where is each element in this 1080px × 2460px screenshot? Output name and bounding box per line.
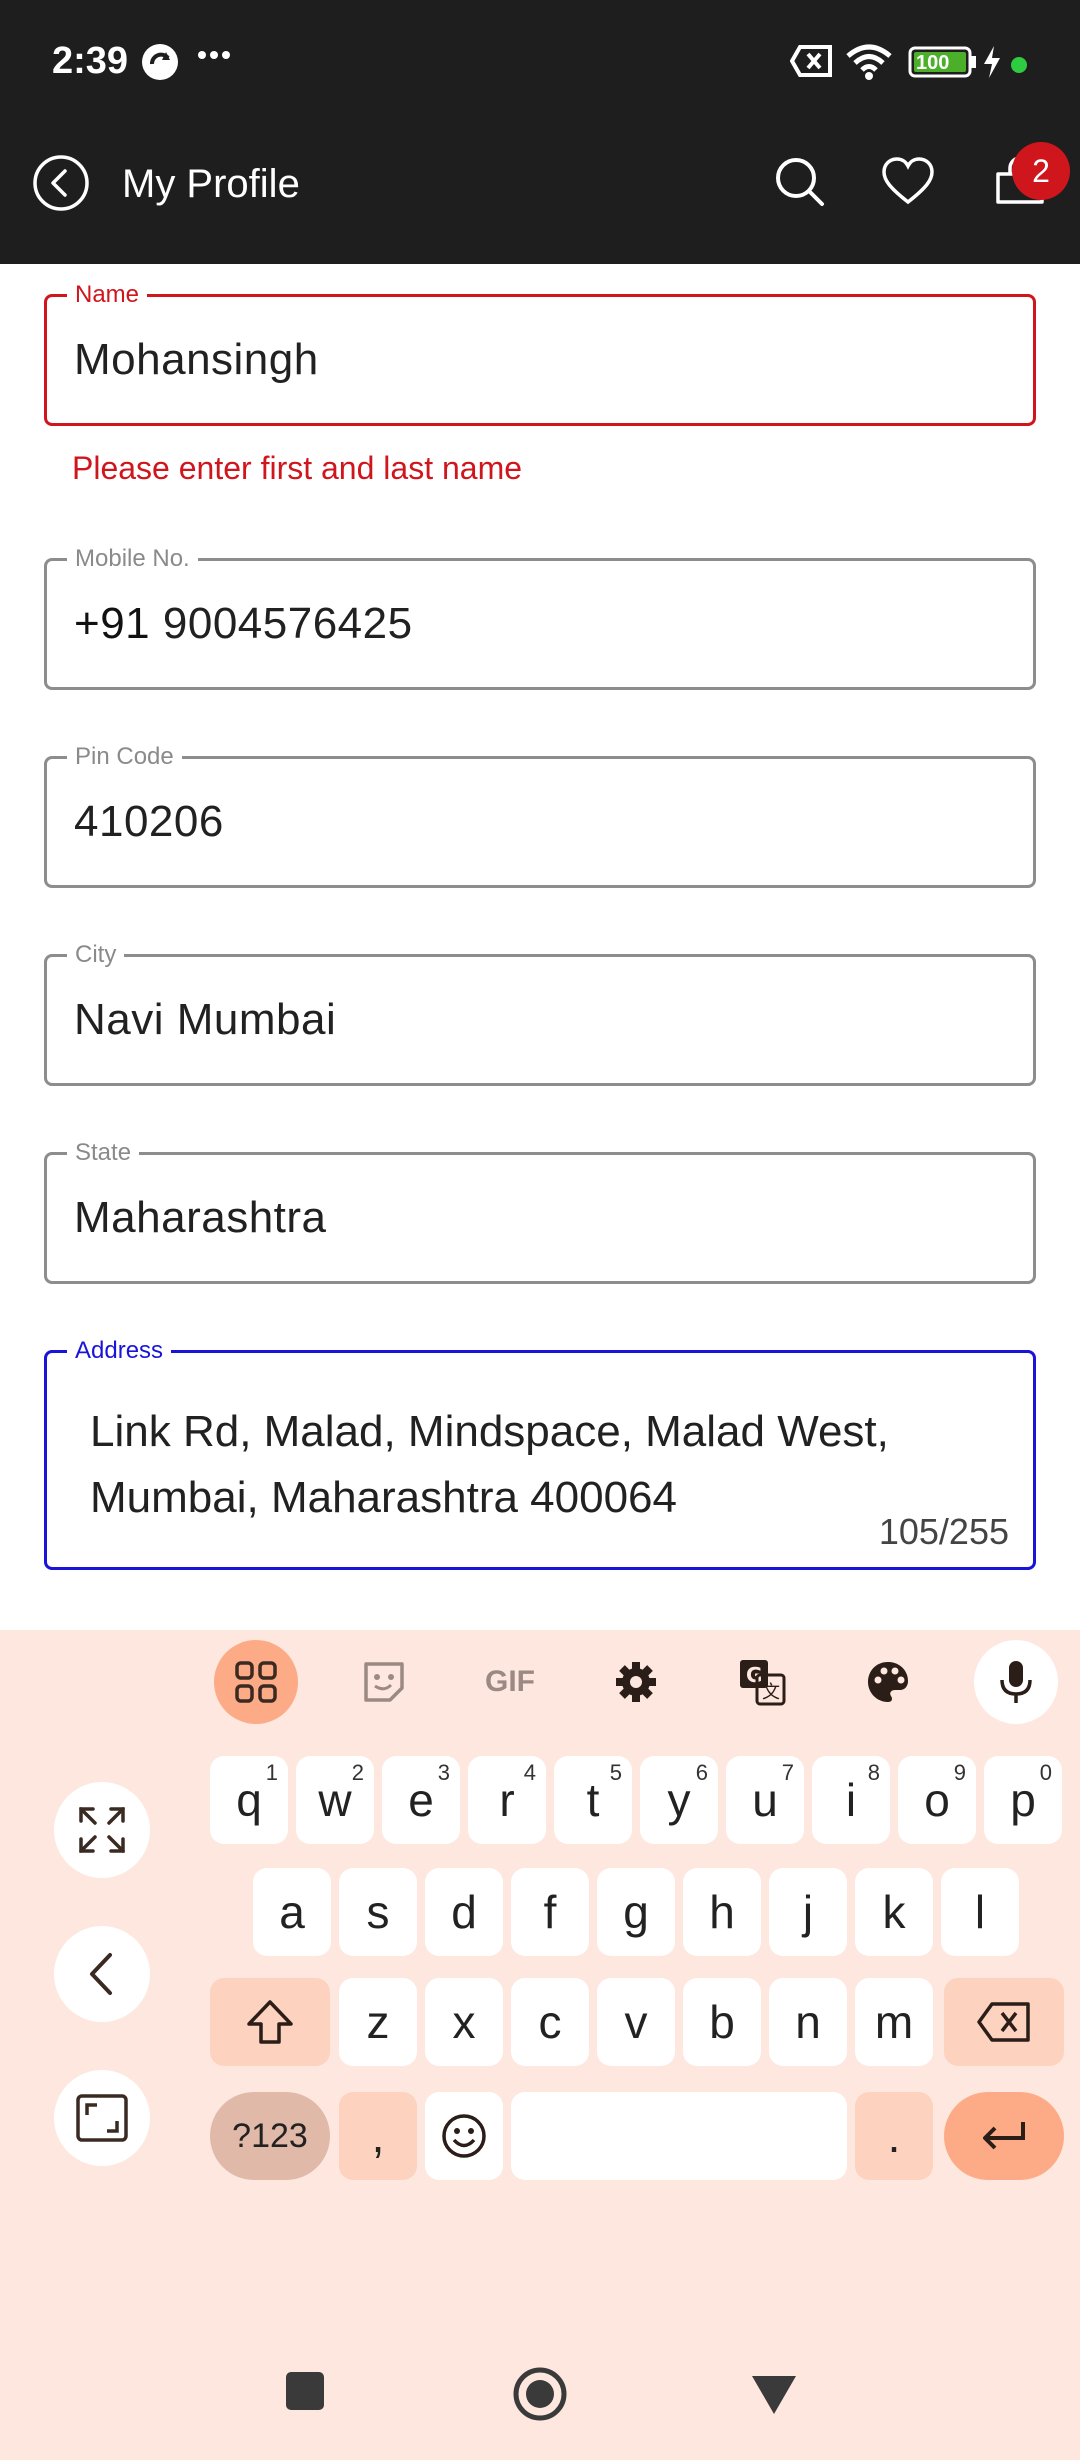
gif-label: GIF (485, 1665, 535, 1698)
key-k[interactable]: k (855, 1868, 933, 1956)
resize-keyboard-button[interactable] (54, 2070, 150, 2166)
charging-icon (982, 46, 1002, 83)
key-j[interactable]: j (769, 1868, 847, 1956)
key-z[interactable]: z (339, 1978, 417, 2066)
key-r[interactable]: r4 (468, 1756, 546, 1844)
mobile-field[interactable]: Mobile No. +91 9004576425 (44, 545, 1036, 690)
key-w[interactable]: w2 (296, 1756, 374, 1844)
gif-icon[interactable]: GIF (468, 1640, 552, 1724)
symbols-key[interactable]: ?123 (210, 2092, 330, 2180)
key-u[interactable]: u7 (726, 1756, 804, 1844)
pin-code-label: Pin Code (67, 743, 182, 771)
wifi-icon (846, 44, 892, 85)
key-p[interactable]: p0 (984, 1756, 1062, 1844)
translate-icon[interactable]: G文 (720, 1640, 804, 1724)
city-value: Navi Mumbai (74, 995, 337, 1044)
expand-keyboard-button[interactable] (54, 1782, 150, 1878)
settings-icon[interactable] (594, 1640, 678, 1724)
pin-code-value: 410206 (74, 797, 224, 846)
key-h[interactable]: h (683, 1868, 761, 1956)
emoji-key[interactable] (425, 2092, 503, 2180)
more-dots-icon (196, 48, 232, 66)
expand-icon (79, 1807, 125, 1853)
chevron-left-icon (90, 1953, 112, 1995)
space-key[interactable] (511, 2092, 847, 2180)
comma-key[interactable]: , (339, 2092, 417, 2180)
palette-icon[interactable] (846, 1640, 930, 1724)
svg-text:文: 文 (762, 1682, 780, 1703)
city-label: City (67, 941, 125, 969)
page-title: My Profile (122, 162, 300, 206)
resize-icon (76, 2094, 128, 2142)
name-value: Mohansingh (74, 335, 319, 384)
key-x[interactable]: x (425, 1978, 503, 2066)
status-time: 2:39 (52, 40, 129, 82)
heart-icon[interactable] (880, 154, 936, 210)
backspace-key[interactable] (944, 1978, 1064, 2066)
address-label: Address (67, 1337, 172, 1365)
shift-key[interactable] (210, 1978, 330, 2066)
key-f[interactable]: f (511, 1868, 589, 1956)
key-y[interactable]: y6 (640, 1756, 718, 1844)
key-b[interactable]: b (683, 1978, 761, 2066)
back-icon[interactable] (32, 154, 90, 212)
sync-icon (140, 42, 180, 87)
mobile-value: 9004576425 (162, 599, 413, 648)
key-v[interactable]: v (597, 1978, 675, 2066)
key-q[interactable]: q1 (210, 1756, 288, 1844)
key-d[interactable]: d (425, 1868, 503, 1956)
state-field[interactable]: State Maharashtra (44, 1139, 1036, 1284)
enter-icon (983, 2122, 1025, 2150)
collapse-side-button[interactable] (54, 1926, 150, 2022)
state-label: State (67, 1139, 140, 1167)
back-nav-icon[interactable] (750, 2374, 798, 2421)
name-label: Name (67, 281, 148, 309)
backspace-icon (977, 2002, 1030, 2042)
address-line-2: Mumbai, Maharashtra 400064 (90, 1473, 677, 1522)
country-code-prefix: +91 (74, 599, 151, 648)
key-o[interactable]: o9 (898, 1756, 976, 1844)
key-s[interactable]: s (339, 1868, 417, 1956)
period-key[interactable]: . (855, 2092, 933, 2180)
key-a[interactable]: a (253, 1868, 331, 1956)
mobile-label: Mobile No. (67, 545, 198, 573)
key-g[interactable]: g (597, 1868, 675, 1956)
city-field[interactable]: City Navi Mumbai (44, 941, 1036, 1086)
mic-icon[interactable] (974, 1640, 1058, 1724)
key-e[interactable]: e3 (382, 1756, 460, 1844)
battery-level: 100 (916, 52, 950, 74)
sticker-icon[interactable] (342, 1640, 426, 1724)
address-field[interactable]: Address Link Rd, Malad, Mindspace, Malad… (44, 1337, 1036, 1570)
emoji-icon (442, 2114, 486, 2158)
name-error-message: Please enter first and last name (72, 450, 523, 486)
key-l[interactable]: l (941, 1868, 1019, 1956)
pin-code-field[interactable]: Pin Code 410206 (44, 743, 1036, 888)
search-icon[interactable] (772, 154, 828, 210)
status-bar: 2:39 100 (0, 0, 1080, 126)
shift-icon (247, 2000, 293, 2044)
key-t[interactable]: t5 (554, 1756, 632, 1844)
address-line-1: Link Rd, Malad, Mindspace, Malad West, (90, 1407, 889, 1456)
apps-icon[interactable] (214, 1640, 298, 1724)
key-n[interactable]: n (769, 1978, 847, 2066)
home-nav-icon[interactable] (512, 2366, 568, 2427)
recents-nav-icon[interactable] (284, 2370, 326, 2417)
notification-dot-icon (1010, 56, 1028, 79)
key-i[interactable]: i8 (812, 1756, 890, 1844)
key-m[interactable]: m (855, 1978, 933, 2066)
state-value: Maharashtra (74, 1193, 327, 1242)
app-bar: My Profile (0, 126, 1080, 264)
name-field[interactable]: Name Mohansingh (44, 281, 1036, 426)
cart-count-badge: 2 (1012, 142, 1070, 200)
enter-key[interactable] (944, 2092, 1064, 2180)
key-c[interactable]: c (511, 1978, 589, 2066)
character-counter: 105/255 (878, 1511, 1009, 1552)
no-sim-icon (789, 44, 834, 83)
